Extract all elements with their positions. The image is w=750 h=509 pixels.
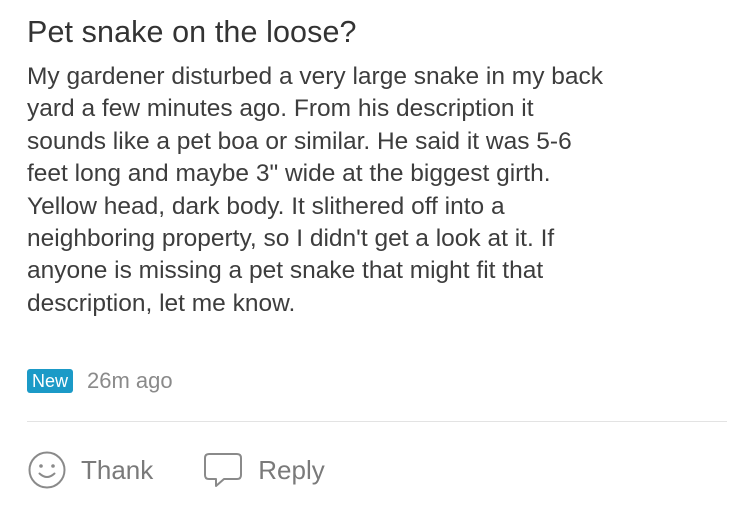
post-actions: Thank Reply: [27, 448, 325, 492]
post-body-line: sounds like a pet boa or similar. He sai…: [27, 127, 572, 155]
post-body-line: Yellow head, dark body. It slithered off…: [27, 192, 505, 220]
post-body-line: feet long and maybe 3" wide at the bigge…: [27, 160, 551, 188]
speech-bubble-icon: [202, 450, 244, 490]
reply-button[interactable]: Reply: [202, 450, 325, 490]
post-body-line: description, let me know.: [27, 289, 296, 317]
thank-button[interactable]: Thank: [27, 450, 153, 490]
post-title: Pet snake on the loose?: [27, 15, 357, 49]
post-body-line: My gardener disturbed a very large snake…: [27, 63, 604, 90]
post-body-line: anyone is missing a pet snake that might…: [27, 257, 544, 285]
thank-label: Thank: [81, 455, 154, 485]
smiley-icon: [27, 450, 67, 490]
post: Pet snake on the loose? My gardener dist…: [27, 10, 727, 320]
post-meta: New 26m ago: [27, 368, 173, 394]
divider: [27, 421, 727, 422]
reply-label: Reply: [258, 455, 325, 485]
post-timestamp: 26m ago: [87, 368, 173, 393]
post-body: My gardener disturbed a very large snake…: [27, 61, 727, 320]
post-body-line: neighboring property, so I didn't get a …: [27, 225, 555, 253]
post-body-line: yard a few minutes ago. From his descrip…: [27, 95, 534, 123]
new-badge: New: [27, 369, 74, 393]
